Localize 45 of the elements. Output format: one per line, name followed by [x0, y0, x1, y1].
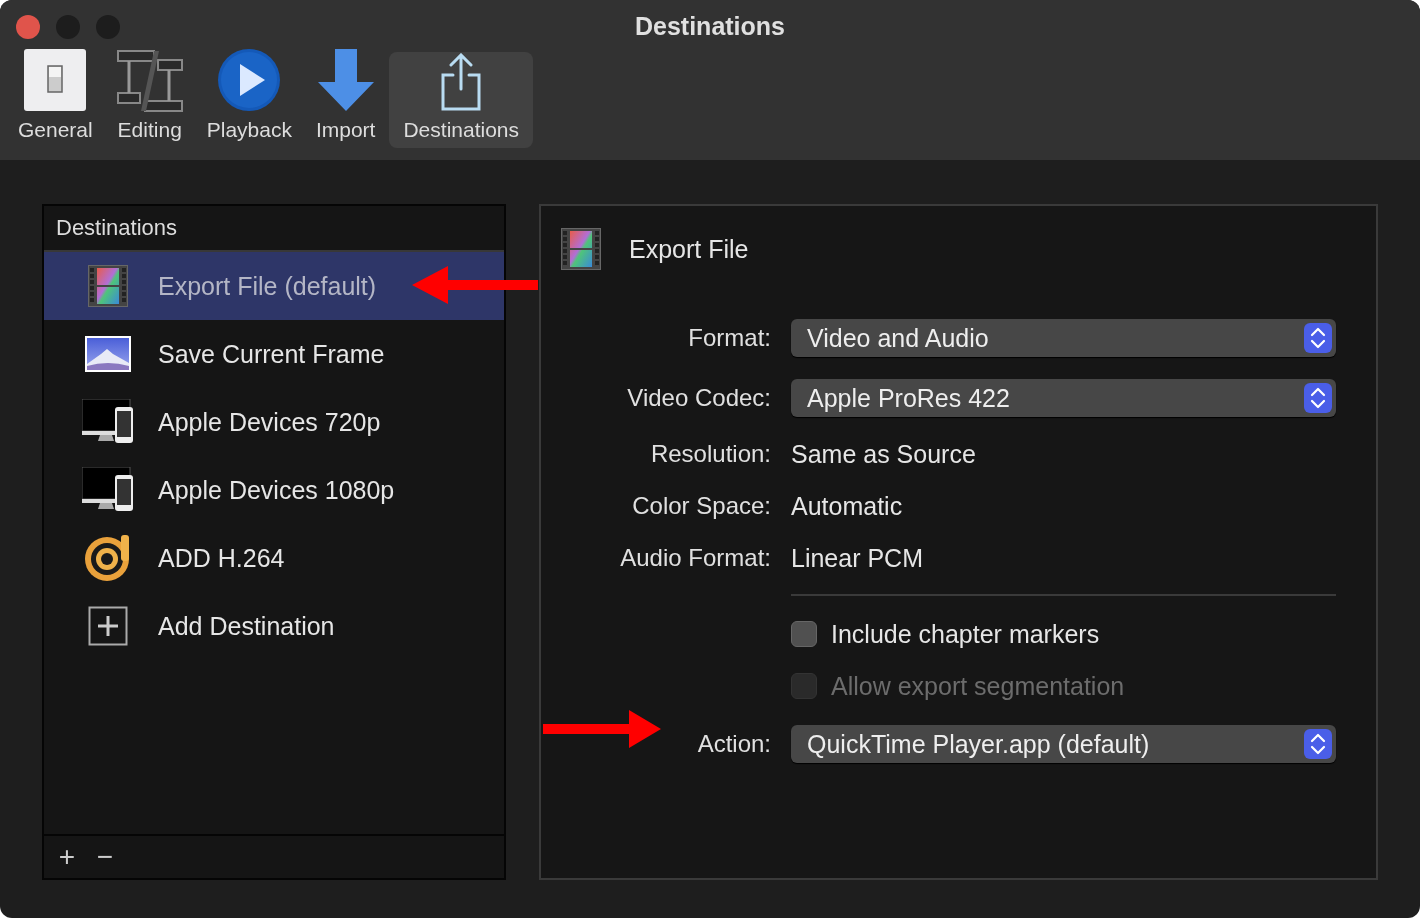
popup-menu[interactable]: Video and Audio [791, 319, 1336, 357]
field-label: Color Space: [631, 492, 771, 520]
field-label: Video Codec: [626, 384, 771, 412]
popup-menu[interactable]: QuickTime Player.app (default) [791, 725, 1336, 763]
checkbox[interactable] [791, 621, 817, 647]
field-label: Audio Format: [619, 544, 771, 572]
play-icon [217, 48, 282, 112]
stepper-icon [1304, 383, 1332, 413]
destination-item[interactable]: Apple Devices 720p [44, 388, 504, 456]
destination-item[interactable]: Save Current Frame [44, 320, 504, 388]
toolbar-tab[interactable]: General [8, 52, 103, 148]
field-value: Automatic [791, 491, 904, 521]
field-value: Same as Source [791, 439, 977, 469]
computer-and-phone-icon [82, 399, 134, 445]
toolbar-tab[interactable]: Destinations [389, 52, 533, 148]
field-label: Resolution: [649, 440, 771, 468]
down-arrow-icon [316, 48, 375, 112]
window-title: Destinations [635, 12, 785, 40]
switch-icon [23, 48, 88, 112]
toolbar-tab[interactable]: Playback [196, 52, 302, 148]
computer-and-phone-icon [82, 467, 134, 513]
toolbar-tab[interactable]: Editing [106, 52, 193, 148]
destination-item[interactable]: Export File (default) [44, 252, 504, 320]
destination-item[interactable]: Add Destination [44, 592, 504, 660]
add-button[interactable]: + [50, 841, 84, 873]
popup-menu[interactable]: Apple ProRes 422 [791, 379, 1336, 417]
detail-title: Export File [629, 234, 749, 264]
field-value: Linear PCM [791, 543, 924, 573]
stepper-icon [1304, 729, 1332, 759]
film-strips-icon [116, 50, 183, 112]
checkbox-label: Allow export segmentation [831, 671, 1125, 701]
close-button[interactable] [16, 15, 40, 39]
film-icon [88, 265, 128, 307]
field-label: Format: [687, 324, 771, 352]
share-icon [440, 53, 483, 111]
plus-box-icon [88, 606, 128, 646]
checkbox-label: Include chapter markers [831, 619, 1100, 649]
stepper-icon [1304, 323, 1332, 353]
field-label: Action: [696, 730, 771, 758]
toolbar-tab[interactable]: Import [305, 52, 386, 148]
film-icon [561, 228, 601, 270]
destination-item[interactable]: Apple Devices 1080p [44, 456, 504, 524]
mountain-picture-icon [85, 336, 131, 372]
remove-button[interactable]: − [88, 841, 122, 873]
destination-item[interactable]: ADD H.264 [44, 524, 504, 592]
